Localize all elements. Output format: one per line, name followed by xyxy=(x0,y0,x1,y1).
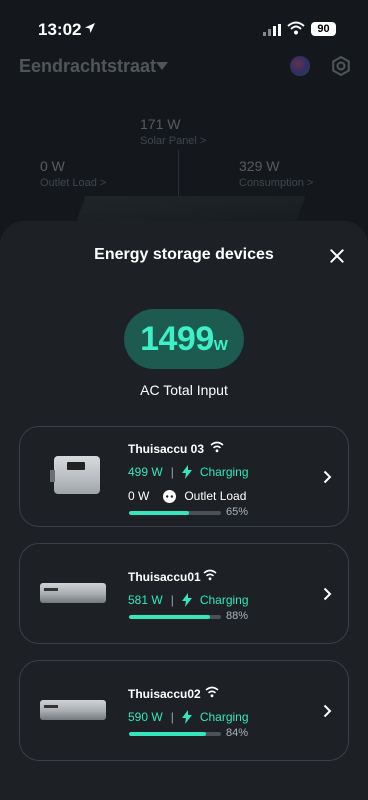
charging-bolt-icon xyxy=(181,710,192,724)
outlet-value: 0 W xyxy=(40,158,65,174)
chevron-right-icon xyxy=(323,470,332,484)
consumption-stat[interactable]: 329 W Consumption > xyxy=(239,158,313,189)
solar-value: 171 W xyxy=(140,116,181,132)
device-power-row: 499 W | Charging xyxy=(128,465,249,479)
chevron-right-icon xyxy=(323,704,332,718)
battery-percent: 65% xyxy=(226,506,249,518)
location-dropdown-icon[interactable] xyxy=(156,62,168,70)
outlet-stat[interactable]: 0 W Outlet Load > xyxy=(40,158,106,189)
device-name: Thuisaccu 03 xyxy=(128,442,205,456)
device-status: Charging xyxy=(199,710,249,724)
battery-level-bar xyxy=(129,615,221,619)
location-title[interactable]: Eendrachtstraat xyxy=(19,56,156,77)
wifi-status-icon xyxy=(287,21,305,35)
device-card-thuisaccu02[interactable]: Thuisaccu02 590 W | Charging 84% xyxy=(19,660,349,761)
device-image xyxy=(40,700,106,720)
settings-gear-icon[interactable] xyxy=(330,55,352,77)
outlet-label: Outlet Load xyxy=(184,489,247,503)
separator: | xyxy=(170,465,174,479)
location-arrow-icon xyxy=(85,23,95,33)
sheet-title: Energy storage devices xyxy=(94,246,274,263)
total-input-unit: W xyxy=(213,337,228,354)
device-name: Thuisaccu01 xyxy=(128,570,201,584)
solar-label: Solar Panel > xyxy=(140,135,207,147)
device-power: 590 W xyxy=(128,710,163,724)
total-input-label: AC Total Input xyxy=(140,382,228,398)
close-icon[interactable] xyxy=(324,243,350,269)
status-bar: 13:02 90 xyxy=(0,0,368,54)
chevron-right-icon xyxy=(323,587,332,601)
wifi-icon xyxy=(205,686,219,698)
solar-stat[interactable]: 171 W Solar Panel > xyxy=(140,116,206,147)
charging-bolt-icon xyxy=(181,593,192,607)
device-power: 581 W xyxy=(128,593,163,607)
outlet-plug-icon xyxy=(163,489,177,503)
separator: | xyxy=(170,593,174,607)
device-name: Thuisaccu02 xyxy=(128,687,201,701)
device-power: 499 W xyxy=(128,465,163,479)
cellular-signal-icon xyxy=(263,24,281,36)
battery-level-fill xyxy=(129,732,207,736)
battery-indicator: 90 xyxy=(311,22,336,36)
status-time: 13:02 xyxy=(38,20,82,39)
outlet-power: 0 W xyxy=(128,489,150,503)
energy-storage-sheet: Energy storage devices 1499W AC Total In… xyxy=(0,221,368,800)
device-image xyxy=(50,456,100,494)
device-power-row: 581 W | Charging xyxy=(128,593,249,607)
total-input-value: 1499 xyxy=(140,320,214,358)
battery-percent: 84% xyxy=(226,727,249,739)
device-image xyxy=(40,583,106,603)
device-power-row: 590 W | Charging xyxy=(128,710,249,724)
device-card-thuisaccu-03[interactable]: Thuisaccu 03 499 W | Charging 0 W Outlet… xyxy=(19,426,349,527)
separator: | xyxy=(170,710,174,724)
assistant-orb-icon[interactable] xyxy=(290,56,310,76)
consumption-value: 329 W xyxy=(239,158,280,174)
consumption-label: Consumption > xyxy=(239,177,314,189)
device-status: Charging xyxy=(199,465,249,479)
device-card-thuisaccu01[interactable]: Thuisaccu01 581 W | Charging 88% xyxy=(19,543,349,644)
device-status: Charging xyxy=(199,593,249,607)
battery-level-fill xyxy=(129,615,210,619)
charging-bolt-icon xyxy=(181,465,192,479)
battery-percent: 88% xyxy=(226,610,249,622)
battery-level-fill xyxy=(129,511,189,515)
battery-level-bar xyxy=(129,511,221,515)
outlet-load-row: 0 W Outlet Load xyxy=(128,489,246,503)
total-input-badge: 1499W xyxy=(124,309,244,369)
outlet-label: Outlet Load > xyxy=(40,177,107,189)
battery-level-bar xyxy=(129,732,221,736)
wifi-icon xyxy=(203,569,217,581)
wifi-icon xyxy=(210,441,224,453)
